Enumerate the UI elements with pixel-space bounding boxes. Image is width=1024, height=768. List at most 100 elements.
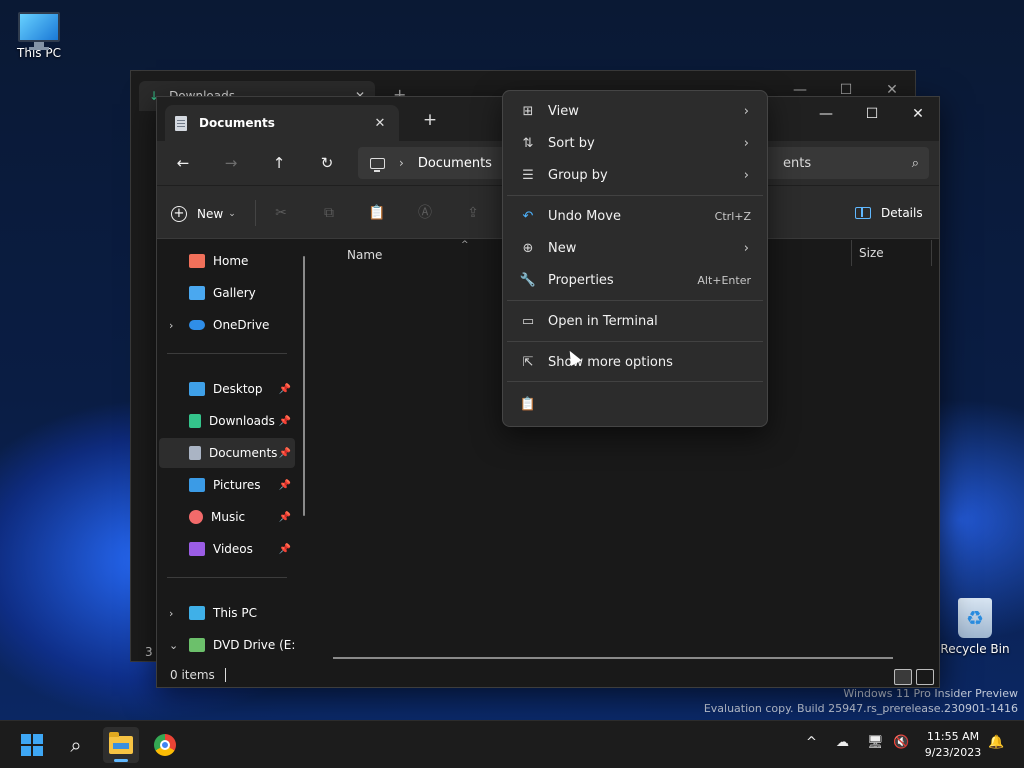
- details-view-button[interactable]: [894, 669, 912, 685]
- pin-icon[interactable]: 📌: [279, 384, 291, 395]
- forward-button[interactable]: →: [217, 151, 245, 175]
- more-options-icon: ⇱: [522, 354, 534, 370]
- sidebar-item-onedrive[interactable]: › OneDrive: [159, 310, 295, 340]
- sort-icon: ⇅: [522, 135, 534, 151]
- sidebar-scrollbar[interactable]: [303, 256, 305, 516]
- menu-item-sort-by[interactable]: ⇅ Sort by ›: [507, 128, 763, 158]
- volume-muted-icon[interactable]: 🔇: [893, 735, 909, 750]
- plus-icon: +: [171, 206, 187, 222]
- new-tab-button[interactable]: +: [419, 109, 441, 131]
- onedrive-cloud-icon[interactable]: ☁: [836, 735, 849, 750]
- menu-item-undo-move[interactable]: ↶ Undo Move Ctrl+Z: [507, 201, 763, 231]
- cut-icon[interactable]: ✂: [270, 202, 292, 224]
- menu-item-label: View: [548, 103, 579, 119]
- sidebar-item-home[interactable]: Home: [159, 246, 295, 276]
- sidebar-item-videos[interactable]: Videos 📌: [159, 534, 295, 564]
- new-button[interactable]: + New ⌄: [171, 202, 236, 226]
- sidebar-item-label: Gallery: [213, 286, 256, 300]
- shortcut-label: Ctrl+Z: [714, 209, 751, 223]
- menu-item-open-in-terminal[interactable]: ▭ Open in Terminal: [507, 306, 763, 336]
- paste-icon[interactable]: 📋: [366, 202, 388, 224]
- sidebar-item-label: Documents: [209, 446, 278, 460]
- start-button[interactable]: [14, 727, 50, 763]
- tab-documents[interactable]: Documents ✕: [165, 105, 399, 141]
- sidebar-item-documents[interactable]: Documents 📌: [159, 438, 295, 468]
- column-divider: [851, 240, 852, 266]
- sidebar-item-label: Home: [213, 254, 249, 268]
- menu-item-group-by[interactable]: ☰ Group by ›: [507, 160, 763, 190]
- menu-item-show-more-options[interactable]: ⇱ Show more options: [507, 347, 763, 377]
- pin-icon[interactable]: 📌: [279, 448, 291, 459]
- large-icons-view-button[interactable]: [916, 669, 934, 685]
- close-button[interactable]: ✕: [895, 99, 941, 129]
- network-icon[interactable]: 🖥: [867, 735, 884, 750]
- show-hidden-icons-button[interactable]: ^: [806, 735, 817, 750]
- menu-item-properties[interactable]: 🔧 Properties Alt+Enter: [507, 265, 763, 295]
- minimize-button[interactable]: —: [803, 99, 849, 129]
- breadcrumb-documents[interactable]: Documents: [418, 156, 492, 171]
- rename-icon[interactable]: Ⓐ: [414, 202, 436, 224]
- paste-icon: 📋: [519, 396, 537, 412]
- chevron-right-icon[interactable]: ›: [169, 607, 173, 620]
- sidebar-item-dvd-drive[interactable]: ⌄ DVD Drive (E:) E!: [159, 630, 295, 660]
- chevron-right-icon[interactable]: ›: [169, 319, 173, 332]
- item-count: 0 items: [170, 668, 215, 682]
- menu-item-new[interactable]: ⊕ New ›: [507, 233, 763, 263]
- music-icon: [189, 510, 203, 524]
- pin-icon[interactable]: 📌: [279, 416, 291, 427]
- details-button[interactable]: Details: [855, 202, 923, 224]
- active-indicator: [114, 759, 128, 762]
- sidebar-item-desktop[interactable]: Desktop 📌: [159, 374, 295, 404]
- clock[interactable]: 11:55 AM 9/23/2023: [916, 729, 990, 761]
- group-icon: ☰: [522, 167, 534, 183]
- chevron-down-icon: ⌄: [228, 209, 236, 219]
- clock-date: 9/23/2023: [924, 746, 982, 759]
- sidebar-item-music[interactable]: Music 📌: [159, 502, 295, 532]
- notification-icon[interactable]: 🔔: [988, 735, 1004, 750]
- navigation-pane: Home Gallery › OneDrive Desktop 📌 Downlo…: [157, 240, 307, 660]
- recycle-bin-icon: [958, 598, 992, 638]
- taskbar-file-explorer[interactable]: [103, 727, 139, 763]
- search-icon: ⌕: [911, 155, 919, 171]
- new-icon: ⊕: [522, 240, 534, 256]
- pictures-icon: [189, 478, 205, 492]
- context-menu: ⊞ View › ⇅ Sort by › ☰ Group by › ↶ Undo…: [502, 90, 768, 427]
- sidebar-item-this-pc[interactable]: › This PC: [159, 598, 295, 628]
- sidebar-item-label: Desktop: [213, 382, 263, 396]
- close-icon[interactable]: ✕: [371, 116, 389, 131]
- pin-icon[interactable]: 📌: [279, 480, 291, 491]
- status-divider: [224, 668, 226, 682]
- desktop-icon-recycle-bin[interactable]: Recycle Bin: [940, 598, 1010, 656]
- windows-watermark: Windows 11 Pro Insider Preview Evaluatio…: [704, 686, 1018, 716]
- chevron-right-icon: ›: [399, 156, 404, 170]
- back-button[interactable]: ←: [169, 151, 197, 175]
- chevron-down-icon[interactable]: ⌄: [169, 639, 178, 652]
- column-header-size[interactable]: Size: [859, 246, 884, 260]
- sidebar-item-downloads[interactable]: Downloads 📌: [159, 406, 295, 436]
- maximize-button[interactable]: ☐: [849, 99, 895, 129]
- up-button[interactable]: ↑: [265, 151, 293, 175]
- desktop-icon: [189, 382, 205, 396]
- toolbar-divider: [255, 200, 256, 226]
- computer-icon: [189, 606, 205, 620]
- pin-icon[interactable]: 📌: [279, 512, 291, 523]
- share-icon[interactable]: ⇪: [462, 202, 484, 224]
- home-icon: [189, 254, 205, 268]
- menu-item-paste[interactable]: 📋: [507, 389, 763, 419]
- chevron-right-icon: ›: [743, 135, 749, 151]
- refresh-button[interactable]: ↻: [313, 151, 341, 175]
- column-header-name[interactable]: Name: [347, 248, 382, 262]
- search-button[interactable]: ⌕: [58, 727, 94, 763]
- desktop-icon-label: Recycle Bin: [940, 642, 1010, 656]
- pin-icon[interactable]: 📌: [279, 544, 291, 555]
- menu-item-view[interactable]: ⊞ View ›: [507, 96, 763, 126]
- sidebar-item-pictures[interactable]: Pictures 📌: [159, 470, 295, 500]
- view-grid-icon: ⊞: [522, 103, 534, 119]
- horizontal-scrollbar[interactable]: [333, 657, 893, 659]
- desktop-icon-this-pc[interactable]: This PC: [4, 12, 74, 60]
- videos-icon: [189, 542, 205, 556]
- taskbar-chrome[interactable]: [147, 727, 183, 763]
- clock-time: 11:55 AM: [926, 730, 980, 743]
- copy-icon[interactable]: ⧉: [318, 202, 340, 224]
- sidebar-item-gallery[interactable]: Gallery: [159, 278, 295, 308]
